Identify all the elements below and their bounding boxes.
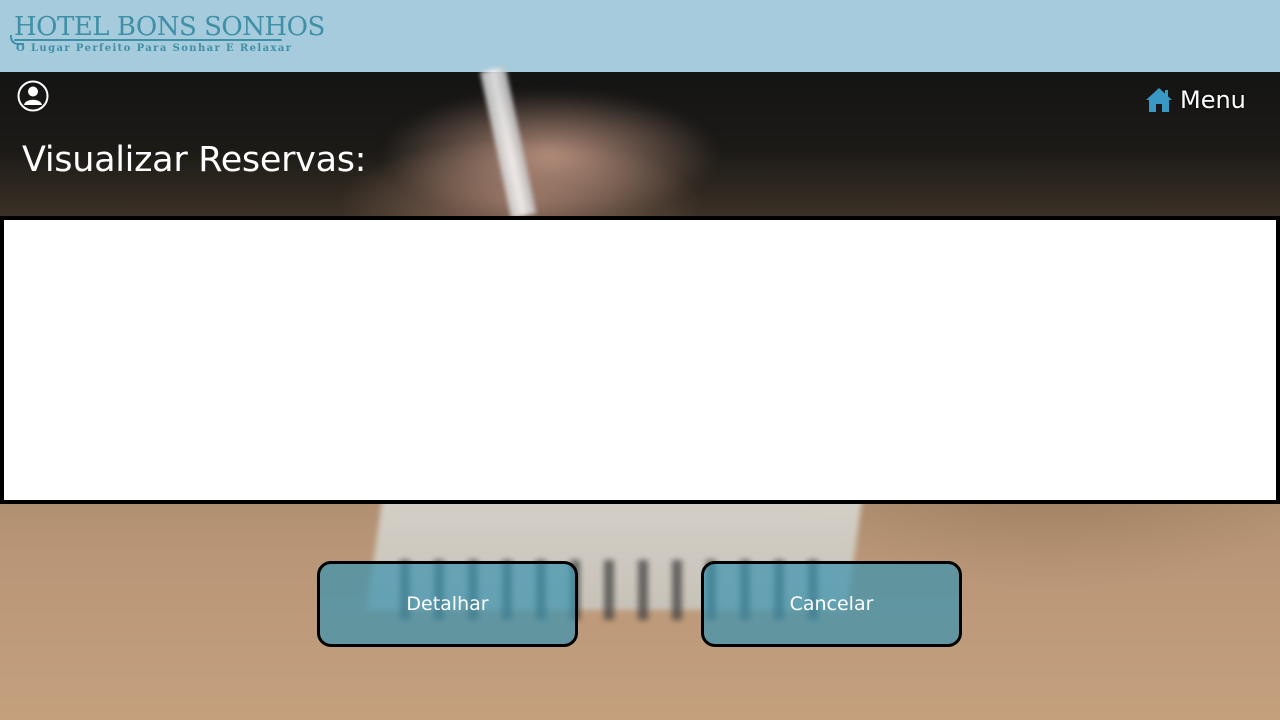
user-profile-button[interactable] xyxy=(17,80,49,112)
home-icon xyxy=(1146,88,1172,112)
logo-subtitle: O Lugar Perfeito Para Sonhar E Relaxar xyxy=(16,43,293,54)
page: HOTEL BONS SONHOS O Lugar Perfeito Para … xyxy=(0,0,1280,720)
detalhar-button[interactable]: Detalhar xyxy=(317,561,578,647)
hotel-logo[interactable]: HOTEL BONS SONHOS O Lugar Perfeito Para … xyxy=(10,12,325,58)
cancelar-button[interactable]: Cancelar xyxy=(701,561,962,647)
user-icon xyxy=(17,80,49,112)
page-title: Visualizar Reservas: xyxy=(22,140,367,180)
menu-button[interactable]: Menu xyxy=(1144,83,1246,117)
logo-underline xyxy=(10,35,282,45)
header: HOTEL BONS SONHOS O Lugar Perfeito Para … xyxy=(0,0,1280,72)
reservations-list[interactable] xyxy=(0,216,1280,504)
logo-title: HOTEL BONS SONHOS xyxy=(14,12,325,42)
background-hand xyxy=(380,90,720,220)
menu-label: Menu xyxy=(1180,86,1246,114)
